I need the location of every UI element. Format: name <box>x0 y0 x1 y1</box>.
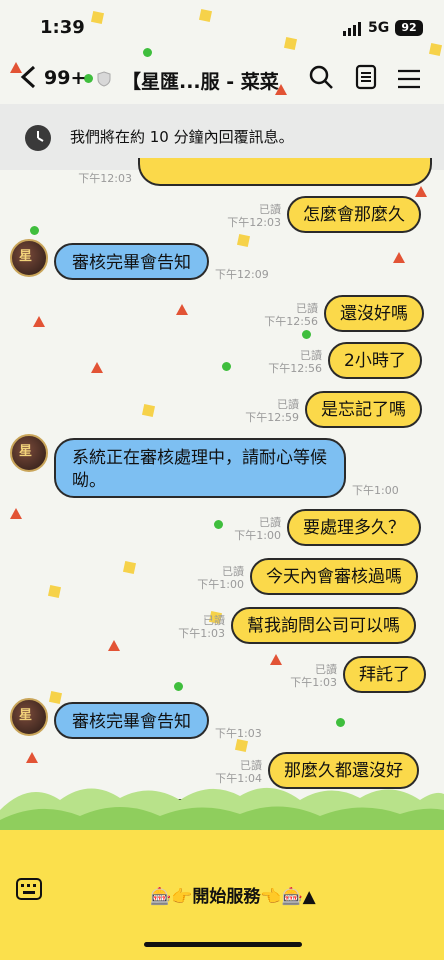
message-meta: 已讀 下午1:00 <box>221 516 281 542</box>
message-time: 下午12:03 <box>78 172 132 185</box>
message-meta: 已讀 下午12:59 <box>239 398 299 424</box>
message-time: 下午1:03 <box>215 727 262 740</box>
read-receipt: 已讀 <box>300 349 322 362</box>
confetti <box>48 690 63 705</box>
confetti <box>415 186 427 197</box>
read-receipt: 已讀 <box>222 565 244 578</box>
sent-message-bubble[interactable]: 幫我詢問公司可以嗎 <box>231 607 416 644</box>
status-time: 1:39 <box>40 17 85 38</box>
clock-icon <box>24 124 52 156</box>
confetti <box>30 226 39 235</box>
start-decor-left: 🎰👉 <box>150 887 193 907</box>
notice-text: 我們將在約 10 分鐘內回覆訊息。 <box>70 128 294 146</box>
confetti <box>47 584 62 599</box>
start-service-button[interactable]: 🎰👉開始服務👈🎰▲ <box>150 882 316 907</box>
avatar-text: 星 <box>19 249 33 264</box>
confetti <box>108 640 120 651</box>
message-meta: 已讀 下午1:03 <box>165 614 225 640</box>
unread-count[interactable]: 99+ <box>44 67 86 89</box>
home-indicator <box>144 942 302 947</box>
chat-title[interactable]: 【星匯...服 - 菜菜 <box>122 67 279 94</box>
confetti <box>393 252 405 263</box>
sent-message-bubble[interactable]: 今天內會審核過嗎 <box>250 558 418 595</box>
decorative-hill <box>0 770 444 830</box>
received-message-bubble[interactable]: 審核完畢會告知 <box>54 702 209 739</box>
message-time: 下午12:03 <box>227 216 281 229</box>
avatar[interactable]: 星 <box>10 698 48 736</box>
avatar[interactable]: 星 <box>10 239 48 277</box>
start-decor-right: 👈🎰▲ <box>260 887 316 907</box>
message-time: 下午12:56 <box>264 315 318 328</box>
confetti <box>336 718 345 727</box>
shield-icon <box>96 71 112 91</box>
read-receipt: 已讀 <box>277 398 299 411</box>
confetti <box>26 752 38 763</box>
message-meta: 已讀 下午12:03 <box>221 203 281 229</box>
avatar-text: 星 <box>19 444 33 459</box>
battery-indicator: 92 <box>395 20 423 36</box>
confetti <box>91 362 103 373</box>
confetti <box>174 682 183 691</box>
sent-message-bubble[interactable]: 怎麼會那麼久 <box>287 196 421 233</box>
bottom-bar: 🎰👉開始服務👈🎰▲ <box>0 830 444 960</box>
message-time: 下午12:59 <box>245 411 299 424</box>
chat-header: 99+ 【星匯...服 - 菜菜 <box>0 56 444 104</box>
message-time: 下午1:00 <box>197 578 244 591</box>
message-time: 下午12:56 <box>268 362 322 375</box>
message-time: 下午12:09 <box>215 268 269 281</box>
sent-message-bubble[interactable]: 是忘記了嗎 <box>305 391 422 428</box>
chevron-left-icon[interactable] <box>18 62 38 100</box>
confetti <box>141 403 156 418</box>
sent-message-bubble[interactable]: 要處理多久？ <box>287 509 421 546</box>
start-service-label: 開始服務 <box>192 887 261 907</box>
message-bubble-partial[interactable] <box>138 158 432 186</box>
note-icon[interactable] <box>355 64 377 94</box>
received-message-bubble[interactable]: 系統正在審核處理中，請耐心等候呦。 <box>54 438 346 498</box>
sent-message-bubble[interactable]: 2小時了 <box>328 342 422 379</box>
sent-message-bubble[interactable]: 還沒好嗎 <box>324 295 424 332</box>
network-label: 5G <box>368 20 390 36</box>
message-time: 下午1:00 <box>352 484 399 497</box>
message-time: 下午1:03 <box>290 676 337 689</box>
confetti <box>222 362 231 371</box>
sent-message-bubble[interactable]: 拜託了 <box>343 656 426 693</box>
signal-icon <box>343 21 363 40</box>
read-receipt: 已讀 <box>259 516 281 529</box>
read-receipt: 已讀 <box>259 203 281 216</box>
search-icon[interactable] <box>308 64 334 94</box>
read-receipt: 已讀 <box>315 663 337 676</box>
menu-icon[interactable] <box>398 69 420 93</box>
keyboard-icon[interactable] <box>16 878 42 904</box>
confetti <box>176 304 188 315</box>
received-message-bubble[interactable]: 審核完畢會告知 <box>54 243 209 280</box>
avatar-text: 星 <box>19 708 33 723</box>
message-meta: 已讀 下午1:00 <box>184 565 244 591</box>
message-meta: 已讀 下午12:56 <box>262 349 322 375</box>
status-bar: 1:39 5G 92 <box>0 0 444 56</box>
read-receipt: 已讀 <box>203 614 225 627</box>
message-meta: 已讀 下午1:03 <box>277 663 337 689</box>
avatar[interactable]: 星 <box>10 434 48 472</box>
confetti <box>302 330 311 339</box>
message-meta: 已讀 下午12:56 <box>258 302 318 328</box>
message-time: 下午1:00 <box>234 529 281 542</box>
confetti <box>236 233 251 248</box>
message-time: 下午1:03 <box>178 627 225 640</box>
confetti <box>122 560 137 575</box>
read-receipt: 已讀 <box>296 302 318 315</box>
confetti <box>10 508 22 519</box>
confetti <box>33 316 45 327</box>
